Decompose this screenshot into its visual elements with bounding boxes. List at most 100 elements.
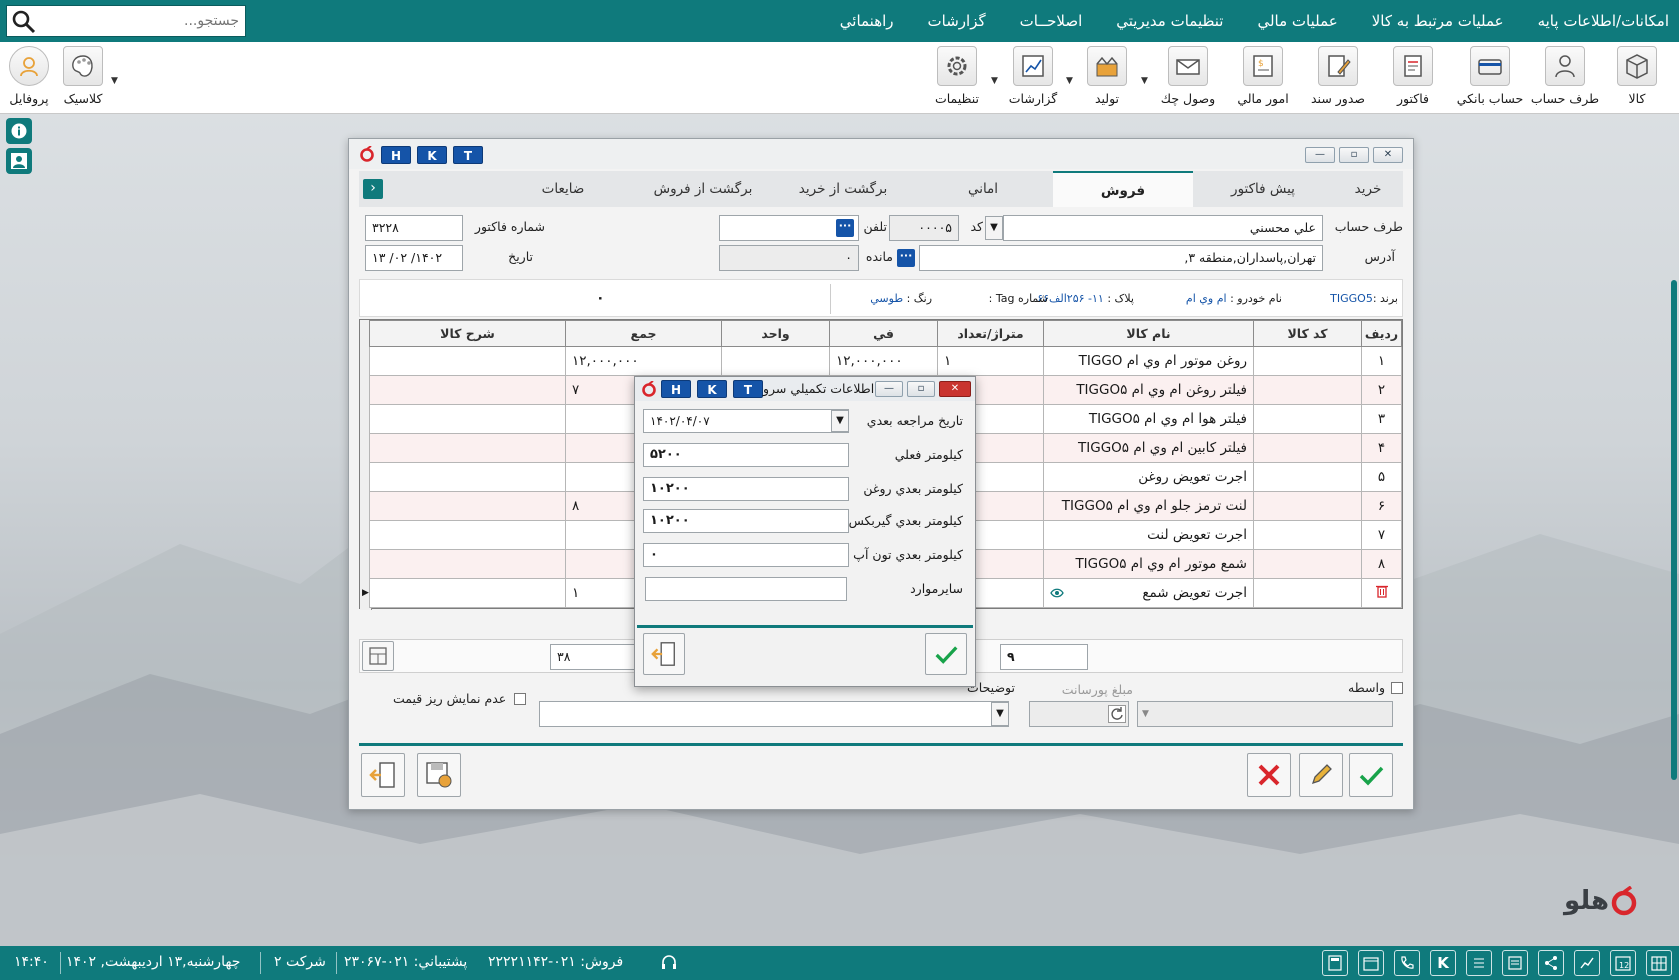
header-qty[interactable]: متراژ/تعداد xyxy=(937,320,1044,347)
dialog-exit-button[interactable] xyxy=(643,633,685,675)
user-side-icon[interactable] xyxy=(6,148,32,174)
tab-pish-factor[interactable]: پيش فاکتور xyxy=(1193,171,1333,207)
refresh-icon[interactable] xyxy=(1108,705,1126,723)
window-t-button[interactable]: T xyxy=(453,146,483,164)
toolbar-kala[interactable]: کالا xyxy=(1602,46,1672,106)
dialog-h-button[interactable]: H xyxy=(661,380,691,398)
date-field[interactable]: ۱۴۰۲/ ۰۲/ ۱۳ xyxy=(365,245,463,271)
menu-corrections[interactable]: اصلاحــات xyxy=(1020,12,1083,30)
vaseteh-checkbox[interactable] xyxy=(1391,682,1403,694)
dialog-k-button[interactable]: K xyxy=(697,380,727,398)
toolbar-hesab-banki[interactable]: حساب بانکي xyxy=(1455,46,1525,106)
tab-bargasht-kharid[interactable]: برگشت از خريد xyxy=(773,171,913,207)
tab-foroosh[interactable]: فروش xyxy=(1053,171,1193,207)
edit-button[interactable] xyxy=(1299,753,1343,797)
cancel-button[interactable] xyxy=(1247,753,1291,797)
status-grid-calendar-icon[interactable] xyxy=(1646,950,1672,976)
toolbar-profile[interactable]: پروفايل xyxy=(0,46,64,106)
status-notes-icon[interactable] xyxy=(1466,950,1492,976)
tab-bargasht-foroosh[interactable]: برگشت از فروش xyxy=(633,171,773,207)
header-name[interactable]: نام کالا xyxy=(1043,320,1254,347)
status-k-icon[interactable]: K xyxy=(1430,950,1456,976)
km-oil-field[interactable]: ۱۰۲۰۰ xyxy=(643,477,849,501)
toolbar-tolid[interactable]: توليد xyxy=(1072,46,1142,106)
phone-more-button[interactable]: ··· xyxy=(836,219,854,237)
header-unit[interactable]: واحد xyxy=(721,320,830,347)
calculator-button[interactable] xyxy=(362,641,394,671)
tozihat-dropdown[interactable]: ▼ xyxy=(991,702,1009,726)
other-field[interactable] xyxy=(645,577,847,601)
tab-scroll-arrow-icon[interactable]: › xyxy=(363,179,383,199)
status-calculator-icon[interactable] xyxy=(1322,950,1348,976)
table-row[interactable]: ۱ روغن موتور ام وي ام TIGGO ۱ ۱۲,۰۰۰,۰۰۰ ۱۲,… xyxy=(369,346,1402,376)
tanzimat-dropdown-arrow[interactable]: ▼ xyxy=(991,76,1001,86)
dialog-t-button[interactable]: T xyxy=(733,380,763,398)
toolbar-vosool-chek[interactable]: وصول چك xyxy=(1153,46,1223,106)
status-chart-icon[interactable] xyxy=(1574,950,1600,976)
next-visit-date-field[interactable]: ۱۴۰۲/۰۴/۰۷ xyxy=(643,409,849,433)
menu-financial[interactable]: عمليات مالي xyxy=(1257,12,1337,30)
status-share-icon[interactable] xyxy=(1538,950,1564,976)
search-input[interactable] xyxy=(39,6,239,36)
tab-amani[interactable]: اماني xyxy=(913,171,1053,207)
gozareshat-dropdown-arrow[interactable]: ▼ xyxy=(1066,76,1076,86)
header-code[interactable]: کد کالا xyxy=(1253,320,1362,347)
vaseteh-select[interactable]: ▼ xyxy=(1137,701,1393,727)
taraf-hesab-dropdown[interactable]: ▼ xyxy=(985,216,1003,240)
exit-button[interactable] xyxy=(361,753,405,797)
toolbar-tanzimat[interactable]: تنظيمات xyxy=(922,46,992,106)
save-schedule-button[interactable] xyxy=(417,753,461,797)
code-field[interactable]: ۰۰۰۰۵ xyxy=(889,215,959,241)
toolbar-taraf-hesab[interactable]: طرف حساب xyxy=(1530,46,1600,106)
menu-goods-operations[interactable]: عمليات مرتبط به کالا xyxy=(1372,12,1504,30)
porsant-label: مبلغ پورسانت xyxy=(1061,682,1133,697)
factor-no-field[interactable]: ۳۲۲۸ xyxy=(365,215,463,241)
address-more-button[interactable]: ··· xyxy=(897,249,915,267)
next-visit-dropdown[interactable]: ▼ xyxy=(831,410,849,432)
toolbar-omoor-mali[interactable]: $ امور مالي xyxy=(1228,46,1298,106)
info-side-icon[interactable] xyxy=(6,118,32,144)
km-tuneup-field[interactable]: ۰ xyxy=(643,543,849,567)
mande-field[interactable]: ۰ xyxy=(719,245,859,271)
toolbar-factor[interactable]: فاکتور xyxy=(1378,46,1448,106)
status-calendar-day-icon[interactable]: 12 xyxy=(1610,950,1636,976)
menu-basic-info[interactable]: امکانات/اطلاعات پايه xyxy=(1538,12,1669,30)
tab-kharid[interactable]: خريد xyxy=(1333,171,1403,207)
confirm-button[interactable] xyxy=(1349,753,1393,797)
km-gear-field[interactable]: ۱۰۲۰۰ xyxy=(643,509,849,533)
trash-icon[interactable] xyxy=(1375,584,1388,598)
maximize-button[interactable]: ▫ xyxy=(1339,147,1369,163)
toolbar-gozareshat[interactable]: گزارشات xyxy=(998,46,1068,106)
tolid-dropdown-arrow[interactable]: ▼ xyxy=(1141,76,1151,86)
header-description[interactable]: شرح کالا xyxy=(369,320,566,347)
eye-icon[interactable] xyxy=(1050,588,1064,598)
no-price-detail-checkbox[interactable] xyxy=(514,693,526,705)
header-total[interactable]: جمع xyxy=(565,320,722,347)
menu-admin-settings[interactable]: تنظيمات مديريتي xyxy=(1116,12,1223,30)
address-field[interactable]: تهران,پاسداران,منطقه ۳, xyxy=(919,245,1323,271)
header-price[interactable]: في xyxy=(829,320,938,347)
minimize-button[interactable]: — xyxy=(1305,147,1335,163)
taraf-hesab-field[interactable]: علي محسني xyxy=(1003,215,1323,241)
toolbar-sodoor-sanad[interactable]: صدور سند xyxy=(1303,46,1373,106)
dialog-confirm-button[interactable] xyxy=(925,633,967,675)
status-calendar-icon[interactable] xyxy=(1358,950,1384,976)
status-phone-icon[interactable] xyxy=(1394,950,1420,976)
menu-reports[interactable]: گزارشات xyxy=(928,12,986,30)
search-icon[interactable] xyxy=(11,9,37,35)
tab-zayeat[interactable]: ضايعات xyxy=(493,171,633,207)
tozihat-field[interactable]: + xyxy=(539,701,1009,727)
classic-dropdown-arrow[interactable]: ▼ xyxy=(111,76,121,86)
km-now-field[interactable]: ۵۲۰۰ xyxy=(643,443,849,467)
porsant-field[interactable] xyxy=(1029,701,1129,727)
status-memo-icon[interactable] xyxy=(1502,950,1528,976)
header-radif[interactable]: رديف xyxy=(1361,320,1402,347)
menu-help[interactable]: راهنمائي xyxy=(840,12,894,30)
window-k-button[interactable]: K xyxy=(417,146,447,164)
dialog-maximize-button[interactable]: ▫ xyxy=(907,381,935,397)
right-edge-scrollbar[interactable] xyxy=(1671,280,1677,780)
dialog-minimize-button[interactable]: — xyxy=(875,381,903,397)
close-button[interactable]: ✕ xyxy=(1373,147,1403,163)
dialog-close-button[interactable]: ✕ xyxy=(939,381,971,397)
window-h-button[interactable]: H xyxy=(381,146,411,164)
